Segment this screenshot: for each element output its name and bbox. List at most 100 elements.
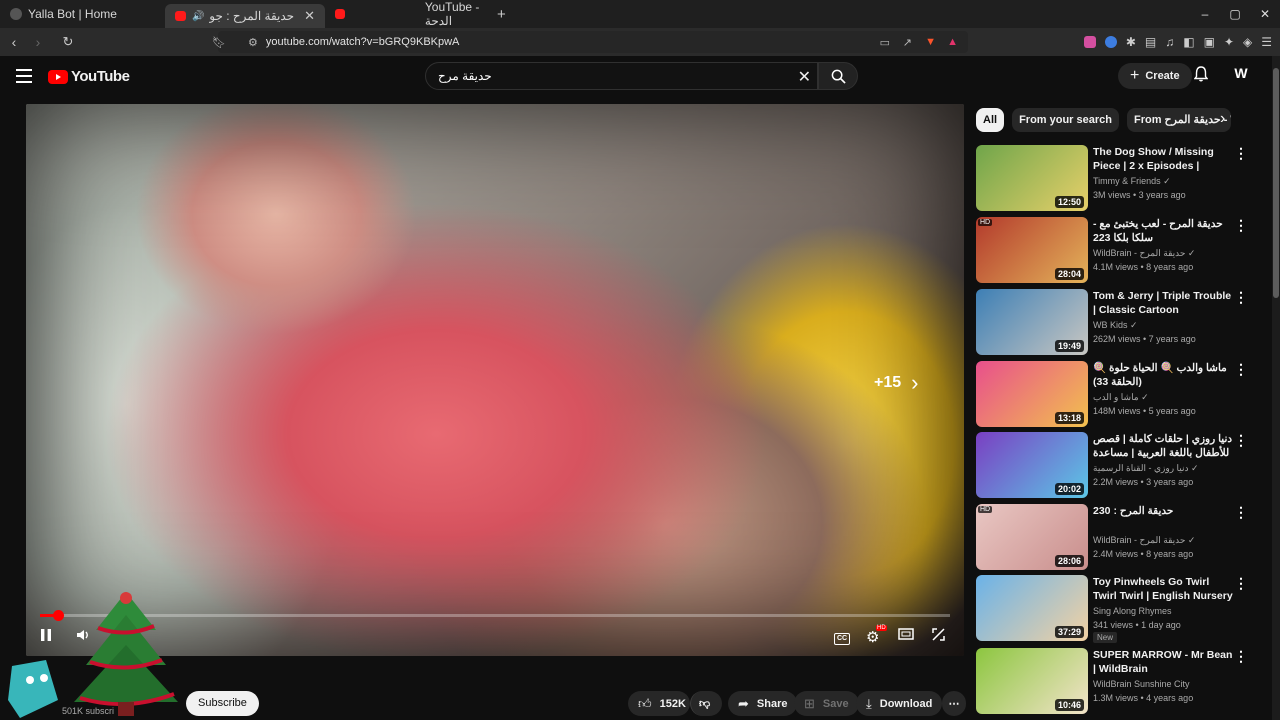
recommendation-item[interactable]: 37:29 Toy Pinwheels Go Twirl Twirl Twirl …	[976, 575, 1266, 643]
video-thumbnail[interactable]: 20:02	[976, 432, 1088, 498]
bookmark-icon[interactable]: 🔖︎	[212, 36, 226, 49]
recommendation-item[interactable]: 10:46 SUPER MARROW - Mr Bean | WildBrain W…	[976, 648, 1266, 714]
more-vertical-icon[interactable]: ⋮	[1234, 648, 1248, 665]
video-title[interactable]: حديقة المرح : 230	[1093, 504, 1233, 518]
url-text: youtube.com/watch?v=bGRQ9KBKpwA	[265, 36, 460, 48]
page-scrollbar[interactable]	[1272, 56, 1280, 720]
settings-button[interactable]: ⚙︎ HD	[866, 625, 887, 646]
recommendation-item[interactable]: HD 28:04 حديقة المرح - لعب يختبئ مع - سلكا…	[976, 217, 1266, 283]
more-actions-button[interactable]: ⋯	[942, 691, 966, 716]
youtube-logo[interactable]: YouTube	[48, 68, 130, 85]
share-page-icon[interactable]: ↗	[903, 36, 912, 49]
like-button[interactable]: 👍︎ 152K	[628, 691, 690, 716]
video-thumbnail[interactable]: 12:50	[976, 145, 1088, 211]
sidebar-icon[interactable]: ◧	[1183, 35, 1194, 49]
vpn-icon[interactable]: ◈	[1243, 35, 1252, 49]
channel-name[interactable]: WildBrain - حديقة المرح ✓	[1093, 248, 1233, 259]
tab-label: Yalla Bot | Home	[28, 7, 117, 21]
video-title[interactable]: دنيا روزي | حلقات كاملة | قصص للأطفال با…	[1093, 432, 1233, 460]
channel-name[interactable]: WildBrain Sunshine City	[1093, 679, 1233, 689]
tab-yalla-bot[interactable]: Yalla Bot | Home	[0, 2, 165, 26]
video-title[interactable]: Toy Pinwheels Go Twirl Twirl Twirl | Eng…	[1093, 575, 1233, 603]
video-player[interactable]: +15 › CC ⚙︎ HD	[26, 104, 964, 656]
more-vertical-icon[interactable]: ⋮	[1234, 504, 1248, 521]
reader-icon[interactable]: ▤	[1145, 35, 1156, 49]
yalla-favicon-icon	[10, 8, 22, 20]
video-thumbnail[interactable]: 37:29	[976, 575, 1088, 641]
channel-name[interactable]: WB Kids ✓	[1093, 320, 1233, 331]
more-vertical-icon[interactable]: ⋮	[1234, 575, 1248, 592]
recommendation-item[interactable]: 19:49 Tom & Jerry | Triple Trouble | Clas…	[976, 289, 1266, 355]
more-vertical-icon[interactable]: ⋮	[1234, 432, 1248, 449]
new-tab-icon[interactable]: +	[497, 6, 506, 23]
dislike-button[interactable]: 👎︎	[690, 691, 722, 716]
more-vertical-icon[interactable]: ⋮	[1234, 217, 1248, 234]
video-title[interactable]: ماشا والدب 🍭 الحياة حلوة 🍭 (الحلقة 33)	[1093, 361, 1233, 389]
create-button[interactable]: + Create	[1118, 63, 1192, 89]
recommendation-item[interactable]: 20:02 دنيا روزي | حلقات كاملة | قصص للأطف…	[976, 432, 1266, 498]
wallet-icon[interactable]: ▣	[1204, 35, 1215, 49]
fullscreen-button[interactable]	[932, 628, 945, 644]
video-thumbnail[interactable]: 10:46	[976, 648, 1088, 714]
chip-all[interactable]: All	[976, 108, 1005, 132]
tab-active-video[interactable]: 🔊 حديقة المرح : جوجو | 2 - uTube ✕	[165, 4, 325, 28]
cast-icon[interactable]: ▭	[880, 36, 890, 49]
channel-name[interactable]: دنيا روزي - القناة الرسمية ✓	[1093, 463, 1233, 474]
maximize-icon[interactable]: ▢	[1220, 0, 1250, 28]
save-button[interactable]: ⊞ Save	[794, 691, 859, 716]
video-title[interactable]: حديقة المرح - لعب يختبئ مع - سلكا بلكا 2…	[1093, 217, 1233, 245]
search-button[interactable]	[818, 62, 858, 90]
channel-name[interactable]: Sing Along Rhymes	[1093, 606, 1233, 616]
notifications-bell-icon[interactable]	[1193, 66, 1209, 86]
close-tab-icon[interactable]: ✕	[304, 8, 315, 24]
search-input[interactable]: حديقة مرح ✕	[425, 62, 818, 90]
minimize-icon[interactable]: –	[1190, 0, 1220, 28]
scrollbar-thumb[interactable]	[1273, 68, 1279, 298]
close-window-icon[interactable]: ✕	[1250, 0, 1280, 28]
tab-label: YouTube - الدحة	[424, 0, 480, 28]
media-icon[interactable]: ♫	[1165, 35, 1174, 49]
video-thumbnail[interactable]: 19:49	[976, 289, 1088, 355]
channel-name[interactable]: ماشا و الدب ✓	[1093, 392, 1233, 403]
recommendation-item[interactable]: HD 28:06 حديقة المرح : 230 WildBrain - حديق…	[976, 504, 1266, 570]
reload-icon[interactable]: ↻	[58, 34, 78, 50]
chips-next-chevron-icon[interactable]: ›	[1220, 110, 1225, 128]
recommendation-item[interactable]: 12:50 The Dog Show / Missing Piece | 2 x …	[976, 145, 1266, 211]
channel-name[interactable]: Timmy & Friends ✓	[1093, 176, 1233, 187]
brave-rewards-icon[interactable]: ▲	[947, 36, 958, 48]
video-thumbnail[interactable]: 13:18	[976, 361, 1088, 427]
captions-button[interactable]: CC	[834, 628, 850, 645]
forward-icon[interactable]: ›	[28, 34, 48, 50]
video-thumbnail[interactable]: HD 28:04	[976, 217, 1088, 283]
menu-icon[interactable]: ☰	[1261, 35, 1272, 49]
youtube-favicon-icon	[335, 9, 345, 19]
skip-forward-overlay[interactable]: +15 ›	[874, 370, 918, 396]
more-vertical-icon[interactable]: ⋮	[1234, 361, 1248, 378]
subscribe-button[interactable]: Subscribe	[186, 691, 259, 716]
video-title[interactable]: Tom & Jerry | Triple Trouble | Classic C…	[1093, 289, 1233, 317]
more-vertical-icon[interactable]: ⋮	[1234, 145, 1248, 162]
video-title[interactable]: SUPER MARROW - Mr Bean | WildBrain	[1093, 648, 1233, 676]
more-vertical-icon[interactable]: ⋮	[1234, 289, 1248, 306]
extensions-puzzle-icon[interactable]: ✱	[1126, 35, 1136, 49]
chip-from-search[interactable]: From your search	[1012, 108, 1119, 132]
clear-search-icon[interactable]: ✕	[798, 67, 811, 87]
recommendation-item[interactable]: 13:18 ماشا والدب 🍭 الحياة حلوة 🍭 (الحلقة …	[976, 361, 1266, 427]
video-title[interactable]: The Dog Show / Missing Piece | 2 x Episo…	[1093, 145, 1233, 173]
hamburger-menu-icon[interactable]	[16, 69, 32, 83]
theater-mode-button[interactable]	[898, 628, 914, 643]
account-avatar[interactable]: W	[1231, 65, 1251, 85]
video-thumbnail[interactable]: HD 28:06	[976, 504, 1088, 570]
leo-ai-icon[interactable]: ✦	[1224, 35, 1234, 49]
channel-name[interactable]: WildBrain - حديقة المرح ✓	[1093, 535, 1233, 546]
chip-from-channel[interactable]: From حديقة المرح - WildBra	[1126, 108, 1231, 132]
share-button[interactable]: ➦ Share	[728, 691, 798, 716]
brave-shield-icon[interactable]: ▼	[925, 36, 936, 48]
extension-pink-icon[interactable]	[1083, 36, 1096, 48]
tab-youtube-other[interactable]: YouTube - الدحة	[325, 0, 495, 28]
address-bar[interactable]: 🔖︎ ⚙︎ youtube.com/watch?v=bGRQ9KBKpwA ▭ …	[212, 31, 968, 53]
site-info-icon[interactable]: ⚙︎	[248, 36, 258, 49]
back-icon[interactable]: ‹	[4, 34, 24, 50]
download-button[interactable]: ⤓ Download	[856, 691, 943, 716]
extension-blue-icon[interactable]	[1104, 36, 1117, 48]
